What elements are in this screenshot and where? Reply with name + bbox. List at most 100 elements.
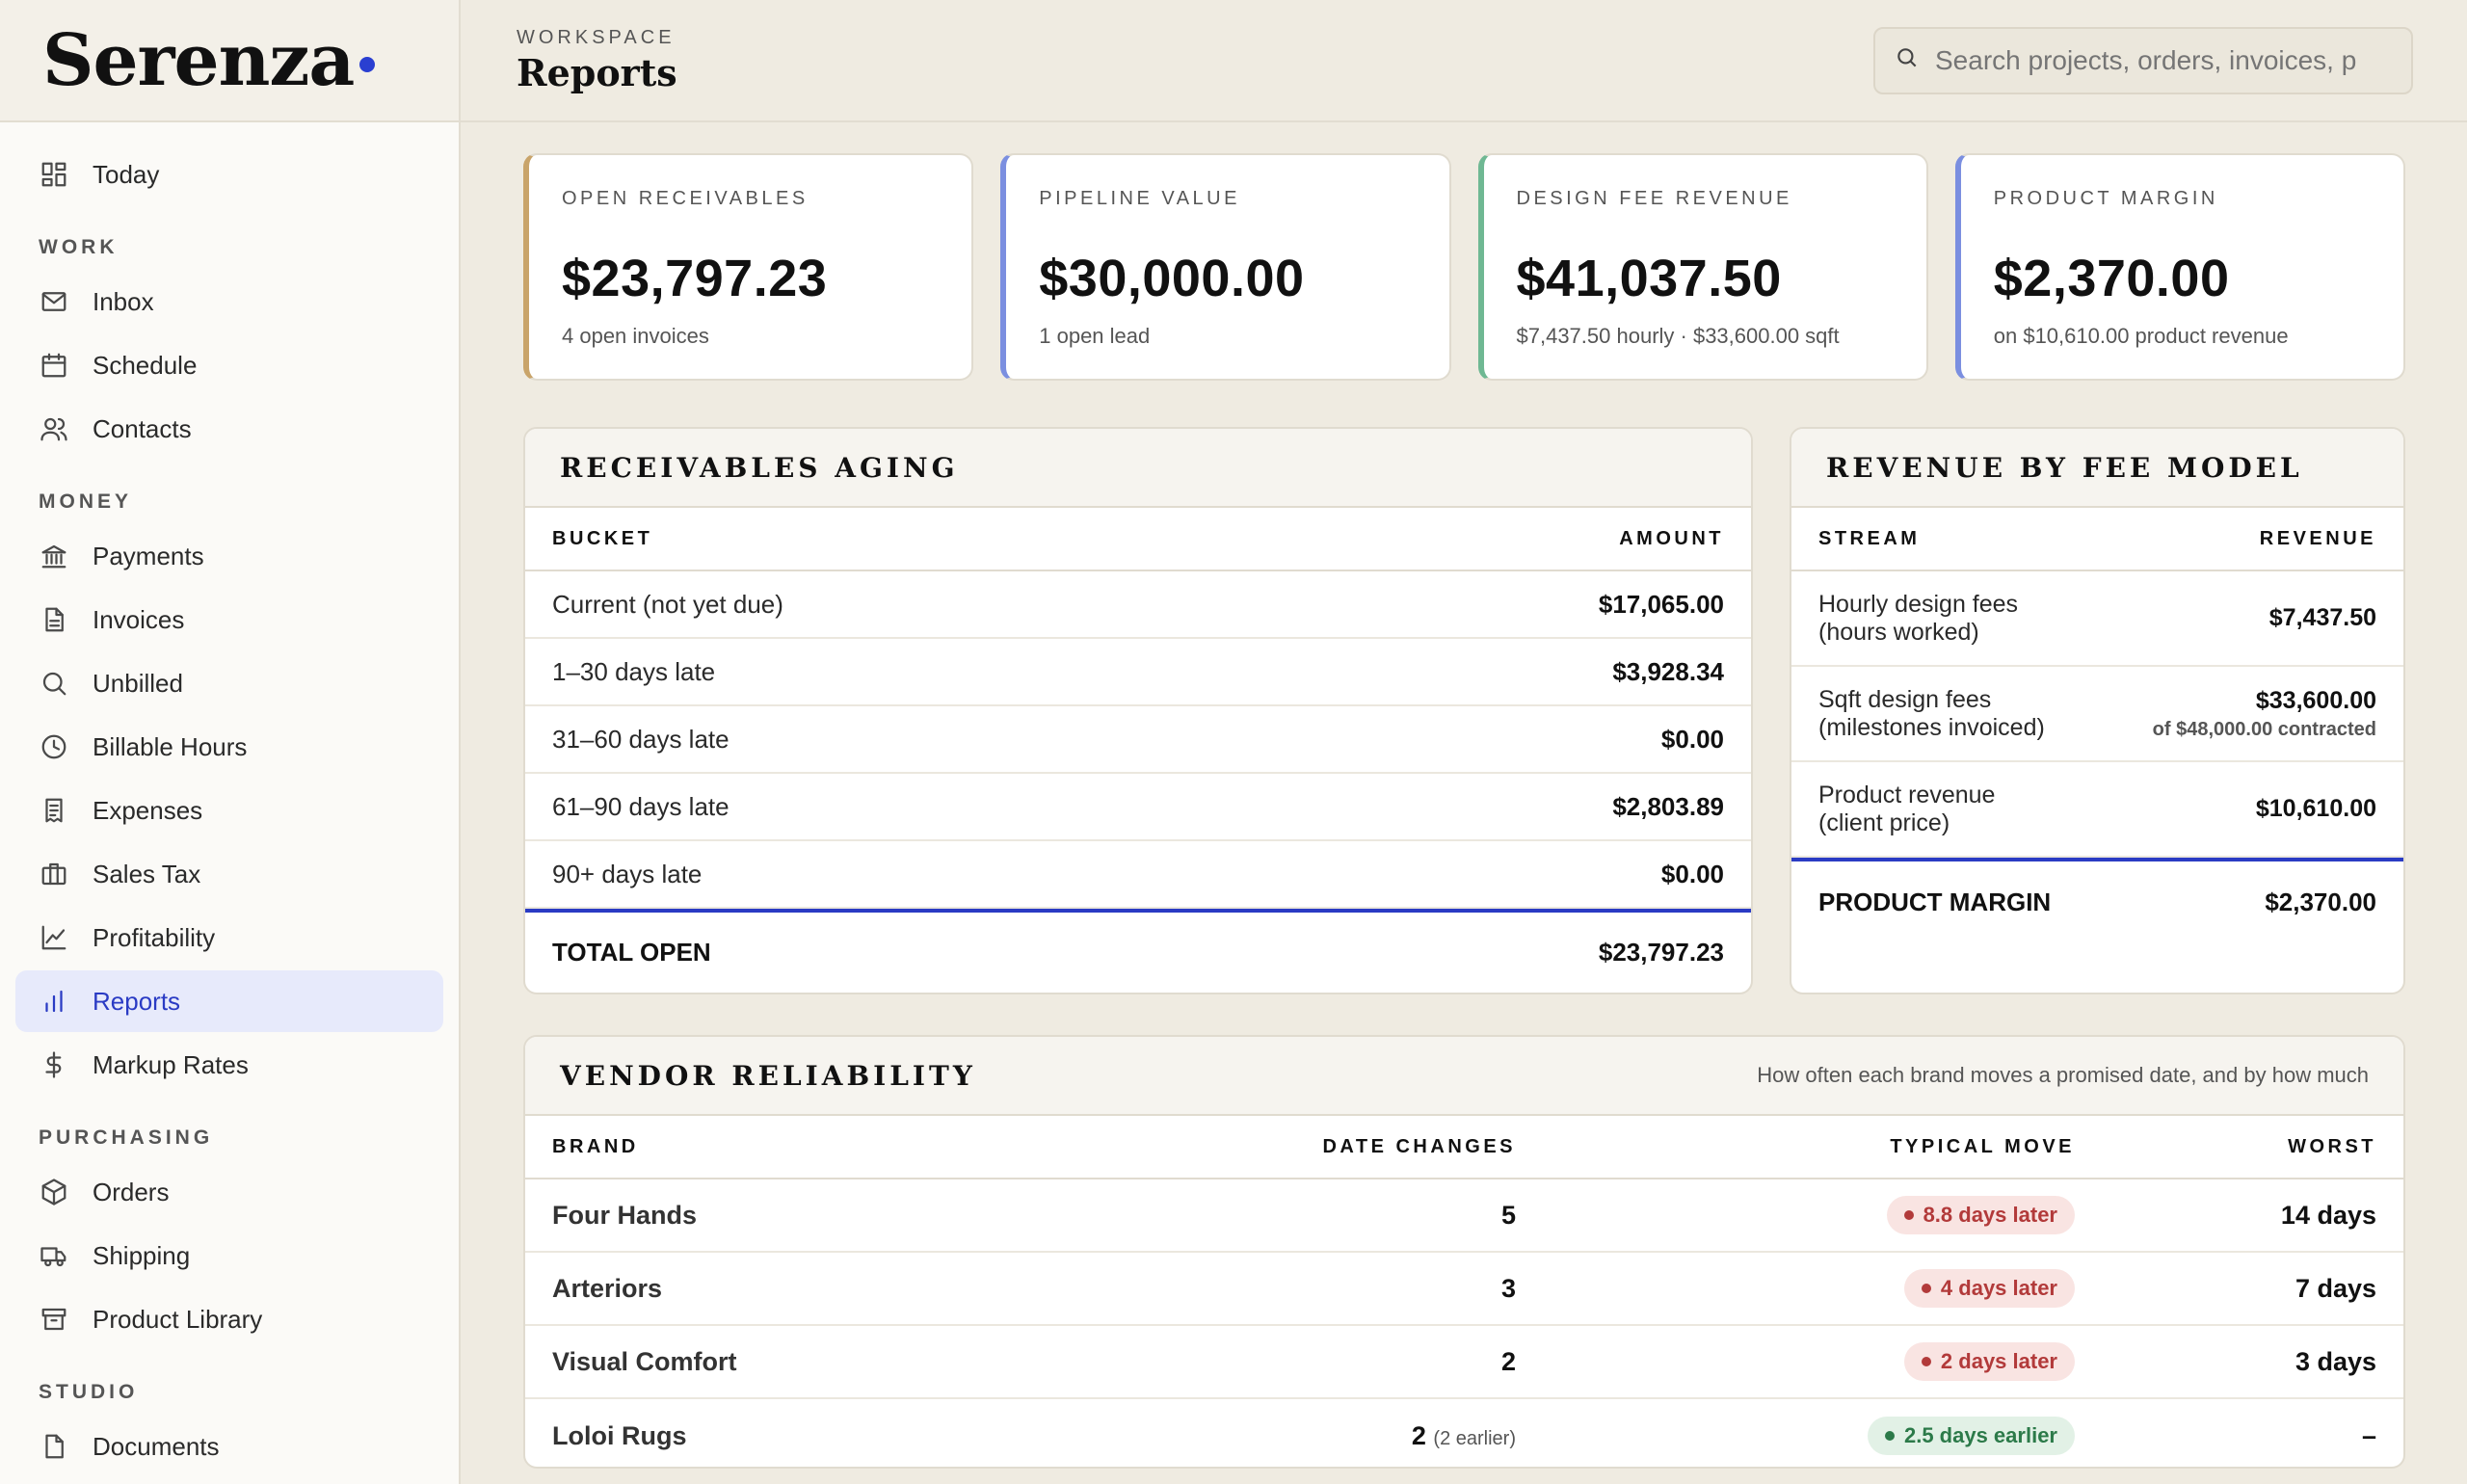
sidebar-item-reports[interactable]: Reports: [15, 970, 443, 1032]
sidebar-item-sales-tax[interactable]: Sales Tax: [15, 843, 443, 905]
users-icon: [39, 413, 69, 444]
table-row[interactable]: Hourly design fees (hours worked) $7,437…: [1791, 571, 2403, 667]
sidebar-item-label: Orders: [93, 1177, 170, 1206]
panel-note: How often each brand moves a promised da…: [1757, 1063, 2369, 1087]
kpi-value: $41,037.50: [1516, 250, 1782, 307]
kpi-card-pipeline-value[interactable]: PIPELINE VALUE $30,000.00 1 open lead: [1000, 153, 1451, 381]
kpi-card-design-fee-revenue[interactable]: DESIGN FEE REVENUE $41,037.50 $7,437.50 …: [1477, 153, 1928, 381]
sidebar-item-label: Shipping: [93, 1240, 191, 1270]
total-amount: $2,370.00: [2265, 887, 2376, 916]
table-row[interactable]: 90+ days late $0.00: [525, 841, 1751, 909]
brand-cell: Loloi Rugs: [552, 1420, 687, 1450]
grid-icon: [39, 159, 69, 190]
table-row[interactable]: 1–30 days late $3,928.34: [525, 639, 1751, 706]
sidebar-item-documents[interactable]: Documents: [15, 1416, 443, 1477]
status-badge: 4 days later: [1903, 1269, 2075, 1308]
sidebar: Serenza Today WORK Inbox Schedule Contacts MO…: [0, 0, 461, 1484]
calendar-icon: [39, 350, 69, 381]
column-header-brand: BRAND: [552, 1135, 639, 1157]
stream-name: Product revenue: [1818, 781, 1996, 808]
sidebar-item-orders[interactable]: Orders: [15, 1161, 443, 1223]
search-icon: [39, 668, 69, 699]
column-header-typical-move: TYPICAL MOVE: [1890, 1135, 2075, 1157]
sidebar-item-invoices[interactable]: Invoices: [15, 589, 443, 650]
table-row[interactable]: Arteriors 3 4 days later 7 days: [525, 1253, 2403, 1326]
sidebar-item-schedule[interactable]: Schedule: [15, 334, 443, 396]
bucket-cell: 31–60 days late: [552, 724, 729, 754]
sidebar-item-unbilled[interactable]: Unbilled: [15, 652, 443, 714]
table-row[interactable]: Product revenue (client price) $10,610.0…: [1791, 762, 2403, 858]
aging-rows: Current (not yet due) $17,065.00 1–30 da…: [525, 571, 1751, 909]
search-input[interactable]: [1935, 44, 2398, 76]
typical-move-cell: 2 days later: [1516, 1342, 2075, 1381]
sidebar-item-label: Billable Hours: [93, 731, 248, 761]
table-header: STREAM REVENUE: [1791, 508, 2403, 571]
sidebar-item-label: Product Library: [93, 1304, 263, 1334]
typical-move-cell: 2.5 days earlier: [1516, 1417, 2075, 1455]
stream-cell: Sqft design fees (milestones invoiced): [1818, 686, 2045, 742]
revenue-cell: $7,437.50: [2269, 604, 2376, 632]
brand-logo[interactable]: Serenza: [0, 0, 459, 122]
sidebar-item-expenses[interactable]: Expenses: [15, 780, 443, 841]
sidebar-item-label: Contacts: [93, 413, 192, 443]
revenue-amount: $33,600.00: [2255, 686, 2376, 714]
table-row[interactable]: Four Hands 5 8.8 days later 14 days: [525, 1179, 2403, 1253]
bucket-cell: 90+ days late: [552, 859, 703, 888]
stream-cell: Hourly design fees (hours worked): [1818, 591, 2018, 647]
worst-cell: 14 days: [2280, 1200, 2376, 1230]
table-row[interactable]: Visual Comfort 2 2 days later 3 days: [525, 1326, 2403, 1399]
stream-detail: (hours worked): [1818, 618, 1979, 646]
sidebar-item-product-library[interactable]: Product Library: [15, 1288, 443, 1350]
table-row[interactable]: Current (not yet due) $17,065.00: [525, 571, 1751, 639]
amount-cell: $3,928.34: [1612, 656, 1724, 686]
revenue-by-fee-model-panel: REVENUE BY FEE MODEL STREAM REVENUE Hour…: [1790, 427, 2405, 994]
sidebar-item-shipping[interactable]: Shipping: [15, 1225, 443, 1286]
status-badge-label: 2 days later: [1940, 1349, 2057, 1373]
kpi-card-open-receivables[interactable]: OPEN RECEIVABLES $23,797.23 4 open invoi…: [523, 153, 974, 381]
search-box[interactable]: [1873, 26, 2413, 94]
box-icon: [39, 1177, 69, 1207]
worst-cell: 7 days: [2295, 1273, 2376, 1303]
bank-icon: [39, 541, 69, 571]
panel-title: RECEIVABLES AGING: [560, 451, 959, 484]
stream-cell: Product revenue (client price): [1818, 782, 1995, 837]
date-changes-cell: 2 (2 earlier): [1169, 1421, 1516, 1451]
table-row[interactable]: Loloi Rugs 2 (2 earlier) 2.5 days earlie…: [525, 1399, 2403, 1467]
sidebar-item-today[interactable]: Today: [15, 144, 443, 205]
sidebar-section-money: MONEY: [39, 490, 133, 513]
sidebar-item-inbox[interactable]: Inbox: [15, 271, 443, 332]
sidebar-item-markup-rates[interactable]: Markup Rates: [15, 1034, 443, 1096]
sidebar-item-label: Invoices: [93, 604, 185, 634]
brand-cell: Four Hands: [552, 1200, 698, 1230]
sidebar-item-label: Today: [93, 159, 160, 189]
status-badge-label: 2.5 days earlier: [1903, 1423, 2057, 1447]
document-icon: [39, 1431, 69, 1462]
table-row[interactable]: 61–90 days late $2,803.89: [525, 774, 1751, 841]
total-row: TOTAL OPEN $23,797.23: [525, 909, 1751, 992]
kpi-value: $30,000.00: [1039, 250, 1305, 307]
panel-header: VENDOR RELIABILITY How often each brand …: [525, 1037, 2403, 1116]
panel-header: REVENUE BY FEE MODEL: [1791, 429, 2403, 508]
sidebar-item-label: Reports: [93, 986, 181, 1016]
status-dot-icon: [1903, 1210, 1914, 1220]
table-row[interactable]: Sqft design fees (milestones invoiced) $…: [1791, 667, 2403, 762]
date-changes-cell: 2: [1169, 1347, 1516, 1377]
sidebar-item-label: Profitability: [93, 922, 216, 952]
archive-icon: [39, 1304, 69, 1335]
sidebar-item-billable-hours[interactable]: Billable Hours: [15, 716, 443, 778]
truck-icon: [39, 1240, 69, 1271]
kpi-card-product-margin[interactable]: PRODUCT MARGIN $2,370.00 on $10,610.00 p…: [1954, 153, 2405, 381]
sidebar-item-profitability[interactable]: Profitability: [15, 907, 443, 968]
panel-title: VENDOR RELIABILITY: [560, 1059, 976, 1092]
status-dot-icon: [1921, 1357, 1931, 1366]
column-header-revenue: REVENUE: [2259, 527, 2376, 549]
revenue-cell: $33,600.00 of $48,000.00 contracted: [2153, 687, 2376, 741]
line-chart-icon: [39, 922, 69, 953]
sidebar-item-contacts[interactable]: Contacts: [15, 398, 443, 460]
breadcrumb: WORKSPACE Reports: [517, 27, 677, 94]
table-row[interactable]: 31–60 days late $0.00: [525, 706, 1751, 774]
brand-cell: Visual Comfort: [552, 1346, 737, 1376]
typical-move-cell: 4 days later: [1516, 1269, 2075, 1308]
sidebar-item-payments[interactable]: Payments: [15, 525, 443, 587]
date-changes-note: (2 earlier): [1433, 1427, 1516, 1449]
